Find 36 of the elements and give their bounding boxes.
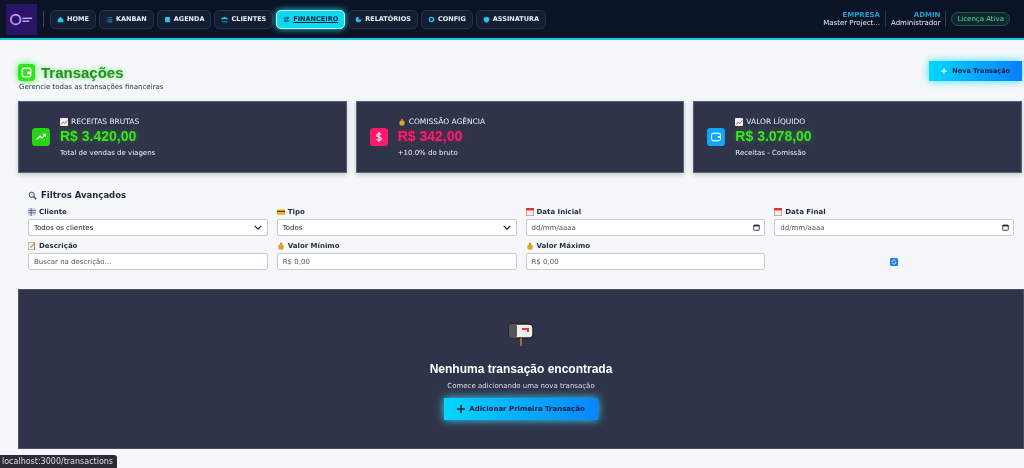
- chart-icon: [735, 117, 744, 126]
- money-bag-icon: [397, 117, 406, 126]
- trend-up-icon: [32, 128, 50, 146]
- money-bag-icon: [276, 242, 285, 250]
- card-icon: [276, 208, 285, 216]
- empty-title: Nenhuma transação encontrada: [429, 362, 613, 376]
- logo-icon[interactable]: [6, 3, 37, 35]
- page-title: Transações: [41, 64, 124, 81]
- plus-icon: [457, 405, 466, 413]
- filters-title: Filtros Avançados: [41, 190, 127, 200]
- chart-icon: [60, 117, 68, 126]
- house-icon: [57, 15, 64, 23]
- calendar-icon: [774, 208, 783, 216]
- card-value: R$ 3.420,00: [60, 128, 138, 144]
- mailbox-icon: [507, 320, 535, 348]
- calendar-icon: [163, 15, 171, 23]
- calendar-icon: [525, 208, 534, 216]
- card-value: R$ 3.078,00: [735, 128, 812, 144]
- card-value: R$ 342,00: [397, 128, 464, 144]
- search-icon: [28, 190, 37, 200]
- wallet-icon: [707, 128, 726, 146]
- refresh-icon[interactable]: [890, 258, 899, 266]
- wallet-icon: [18, 64, 35, 81]
- calendar-icon[interactable]: [753, 224, 761, 231]
- money-bag-icon: [525, 242, 534, 250]
- calendar-icon[interactable]: [1002, 224, 1009, 231]
- swap-arrows-icon: [283, 15, 291, 23]
- shield-icon: [482, 15, 490, 23]
- status-url: localhost:3000/transactions: [0, 455, 118, 468]
- plus-icon: [941, 68, 948, 74]
- dollar-icon: [369, 128, 388, 146]
- chevron-down-icon: [253, 225, 262, 230]
- memo-icon: [28, 242, 36, 250]
- chevron-down-icon: [502, 225, 511, 230]
- table-icon: [28, 208, 36, 216]
- pie-chart-icon: [355, 15, 363, 23]
